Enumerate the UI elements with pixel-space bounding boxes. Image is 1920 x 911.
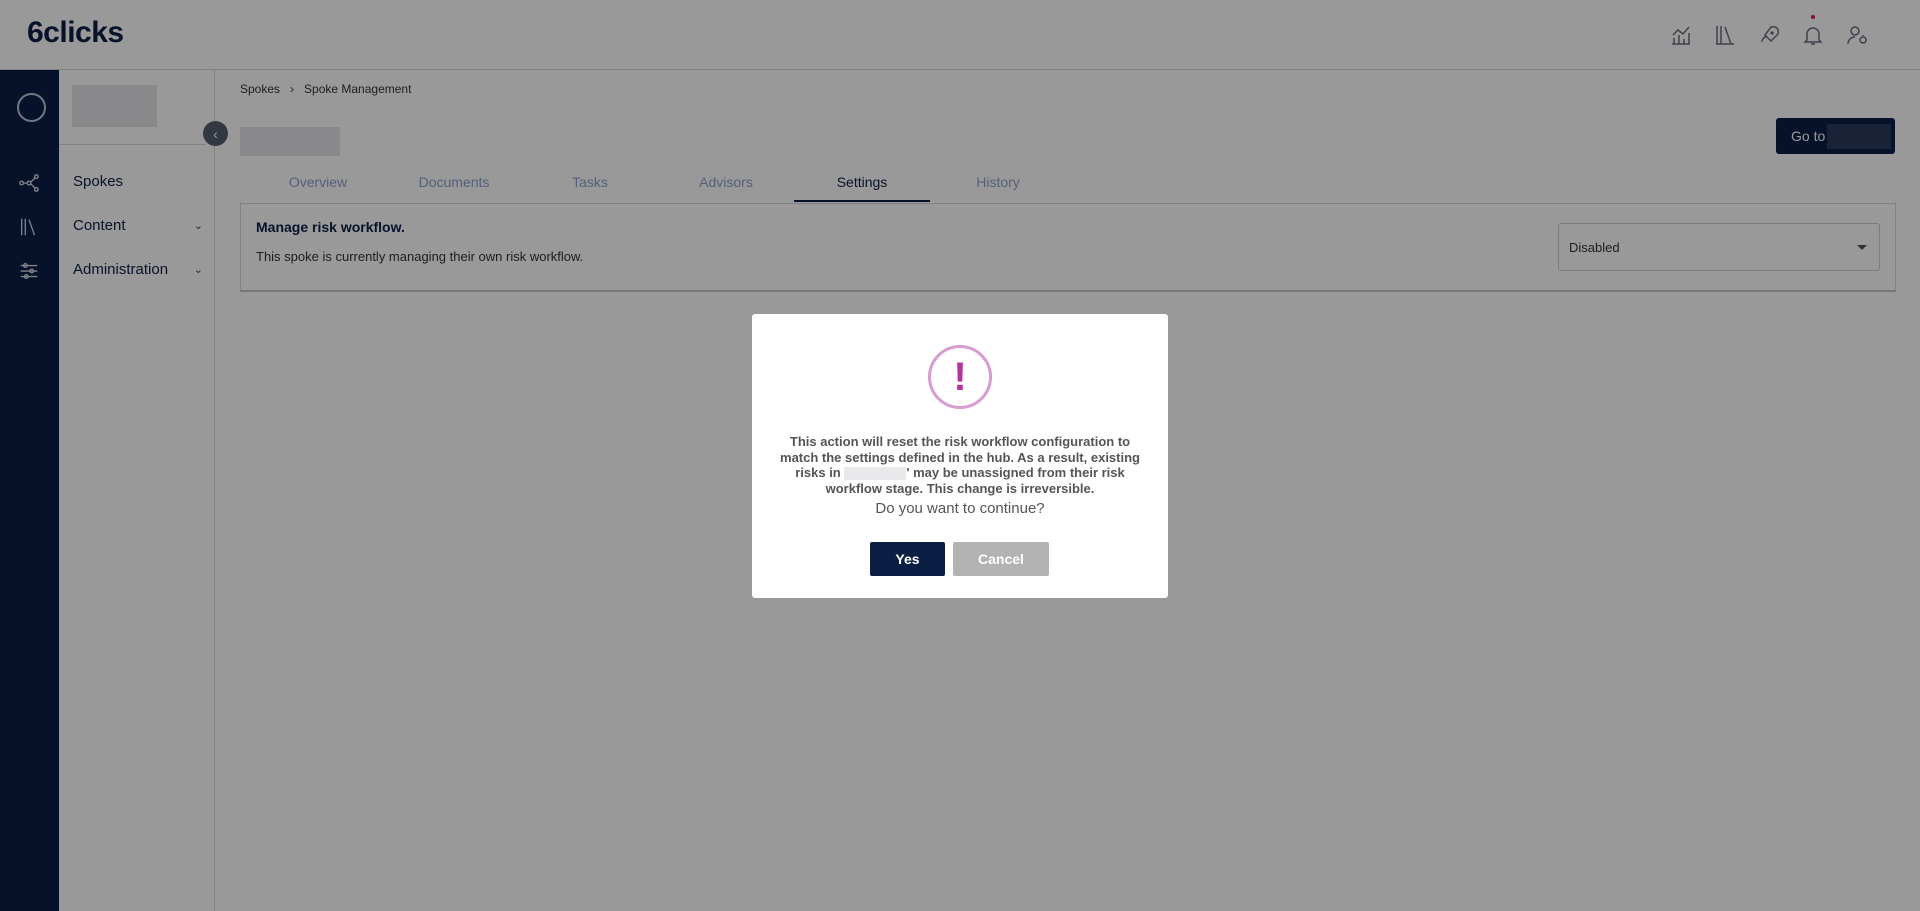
cancel-button[interactable]: Cancel — [953, 542, 1049, 576]
dialog-message: This action will reset the risk workflow… — [769, 434, 1151, 496]
spoke-name-placeholder — [844, 467, 907, 481]
confirm-dialog: ! This action will reset the risk workfl… — [752, 314, 1168, 598]
exclamation-icon: ! — [928, 345, 992, 409]
dialog-question: Do you want to continue? — [875, 500, 1045, 517]
yes-button[interactable]: Yes — [870, 542, 945, 576]
